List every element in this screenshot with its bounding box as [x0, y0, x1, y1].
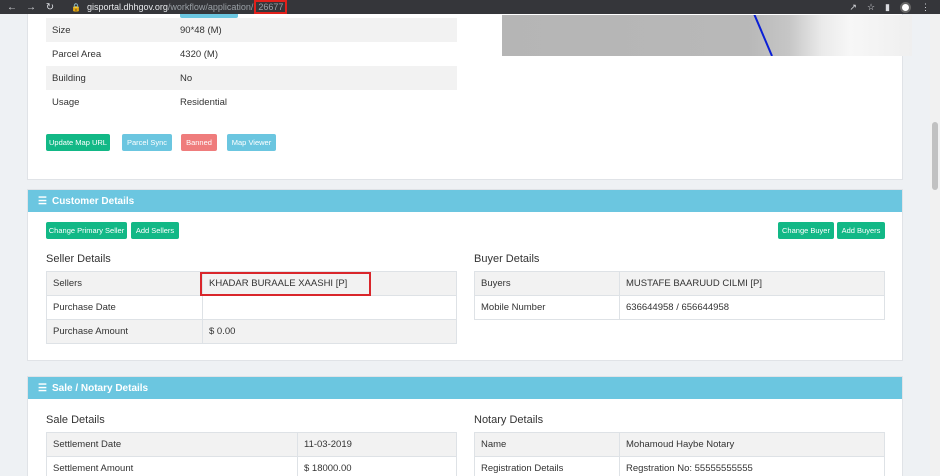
parcel-sync-button[interactable]: Parcel Sync [122, 134, 172, 151]
browser-toolbar: ← → ↻ 🔒 gisportal.dhhgov.org/workflow/ap… [0, 0, 940, 14]
sale-value: $ 18000.00 [297, 456, 457, 476]
sale-notary-header: ☰ Sale / Notary Details [28, 377, 902, 399]
profile-avatar[interactable] [900, 1, 911, 13]
table-row: Sellers KHADAR BURAALE XAASHI [P] [46, 271, 457, 296]
table-row: Mobile Number 636644958 / 656644958 [474, 295, 885, 320]
sale-table: Settlement Date 11-03-2019 Settlement Am… [46, 432, 457, 476]
seller-label: Purchase Amount [46, 319, 203, 344]
parcel-info-table: Size 90*48 (M) Parcel Area 4320 (M) Buil… [46, 18, 457, 114]
buyer-value: MUSTAFE BAARUUD CILMI [P] [619, 271, 885, 296]
sale-notary-details-card: ☰ Sale / Notary Details Sale Details Not… [27, 376, 903, 476]
add-buyers-button[interactable]: Add Buyers [837, 222, 885, 239]
bookmark-star-icon[interactable]: ☆ [867, 2, 875, 13]
scrollbar-thumb[interactable] [932, 122, 938, 190]
notary-label: Registration Details [474, 456, 620, 476]
table-row: Building No [46, 66, 457, 90]
table-row: Parcel Area 4320 (M) [46, 42, 457, 66]
parcel-boundary-line [753, 15, 773, 56]
notary-value: Regstration No: 55555555555 [619, 456, 885, 476]
notary-label: Name [474, 432, 620, 457]
notary-value: Mohamoud Haybe Notary [619, 432, 885, 457]
side-panel-icon[interactable]: ▮ [885, 2, 890, 13]
seller-value: KHADAR BURAALE XAASHI [P] [202, 271, 457, 296]
sale-notary-title: Sale / Notary Details [51, 382, 149, 394]
buyer-table: Buyers MUSTAFE BAARUUD CILMI [P] Mobile … [474, 271, 885, 320]
browser-actions: ↗ ☆ ▮ ⋮ [849, 0, 930, 14]
table-row: Name Mohamoud Haybe Notary [474, 432, 885, 457]
list-icon: ☰ [38, 195, 47, 207]
page-content: Size 90*48 (M) Parcel Area 4320 (M) Buil… [0, 14, 930, 476]
back-icon[interactable]: ← [5, 2, 19, 13]
parcel-value: 90*48 (M) [174, 18, 457, 42]
parcel-label: Building [46, 66, 174, 90]
seller-value: $ 0.00 [202, 319, 457, 344]
sale-label: Settlement Amount [46, 456, 298, 476]
banned-button[interactable]: Banned [181, 134, 217, 151]
url-host: gisportal.dhhgov.org [86, 2, 168, 12]
table-row: Size 90*48 (M) [46, 18, 457, 42]
parcel-label: Parcel Area [52, 48, 102, 60]
sale-details-title: Sale Details [46, 414, 105, 426]
map-viewer-button[interactable]: Map Viewer [227, 134, 276, 151]
add-sellers-button[interactable]: Add Sellers [131, 222, 179, 239]
list-icon: ☰ [38, 382, 47, 394]
buyer-value: 636644958 / 656644958 [619, 295, 885, 320]
notary-table: Name Mohamoud Haybe Notary Registration … [474, 432, 885, 476]
parcel-label: Usage [52, 96, 80, 108]
change-buyer-button[interactable]: Change Buyer [778, 222, 834, 239]
table-row: Settlement Date 11-03-2019 [46, 432, 457, 457]
parcel-value: Residential [180, 96, 227, 108]
customer-details-card: ☰ Customer Details Change Primary Seller… [27, 189, 903, 361]
sale-value: 11-03-2019 [297, 432, 457, 457]
table-row: Registration Details Regstration No: 555… [474, 456, 885, 476]
buyer-details-title: Buyer Details [474, 253, 540, 265]
reload-icon[interactable]: ↻ [43, 2, 57, 13]
parcel-label: Size [46, 18, 174, 42]
parcel-map-image[interactable] [502, 15, 912, 56]
update-map-url-button[interactable]: Update Map URL [46, 134, 110, 151]
page-scrollbar[interactable] [930, 14, 940, 476]
lock-icon: 🔒 [71, 2, 81, 12]
change-primary-seller-button[interactable]: Change Primary Seller [46, 222, 127, 239]
url-path: /workflow/application/ [167, 2, 254, 12]
table-row: Usage Residential [46, 90, 457, 114]
url-application-id: 26677 [254, 0, 288, 14]
seller-table: Sellers KHADAR BURAALE XAASHI [P] Purcha… [46, 271, 457, 344]
parcel-value: 4320 (M) [180, 48, 219, 60]
table-row: Purchase Amount $ 0.00 [46, 319, 457, 344]
forward-icon[interactable]: → [24, 2, 38, 13]
address-bar[interactable]: gisportal.dhhgov.org/workflow/applicatio… [86, 0, 288, 14]
seller-label: Sellers [46, 271, 203, 296]
parcel-value: No [174, 66, 457, 90]
seller-label: Purchase Date [46, 295, 203, 320]
table-row: Settlement Amount $ 18000.00 [46, 456, 457, 476]
seller-value [202, 295, 457, 320]
table-row: Buyers MUSTAFE BAARUUD CILMI [P] [474, 271, 885, 296]
seller-details-title: Seller Details [46, 253, 111, 265]
notary-details-title: Notary Details [474, 414, 544, 426]
buyer-label: Mobile Number [474, 295, 620, 320]
share-icon[interactable]: ↗ [849, 2, 857, 13]
customer-details-header: ☰ Customer Details [28, 190, 902, 212]
customer-details-title: Customer Details [51, 195, 135, 207]
sale-label: Settlement Date [46, 432, 298, 457]
parcel-details-card: Size 90*48 (M) Parcel Area 4320 (M) Buil… [27, 14, 912, 180]
table-row: Purchase Date [46, 295, 457, 320]
menu-icon[interactable]: ⋮ [921, 2, 930, 13]
buyer-label: Buyers [474, 271, 620, 296]
